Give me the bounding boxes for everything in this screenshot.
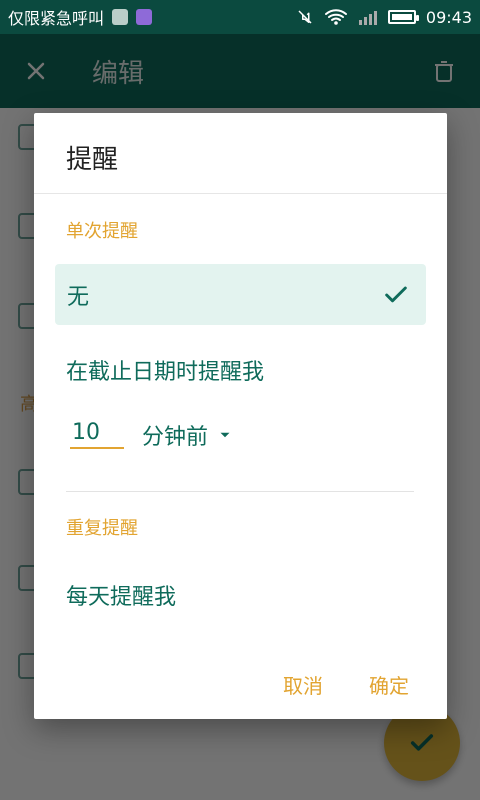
check-icon [385,286,407,302]
status-left: 仅限紧急呼叫 [8,5,153,29]
option-daily[interactable]: 每天提醒我 [66,579,176,611]
carrier-text: 仅限紧急呼叫 [8,9,105,28]
status-time: 09:43 [425,7,472,27]
divider [34,193,447,194]
reminder-dialog: 提醒 单次提醒 无 在截止日期时提醒我 分钟前 重复提醒 每天提醒我 取消 确定 [34,113,447,719]
divider [66,491,414,492]
chevron-down-icon [220,432,230,438]
minutes-input[interactable] [70,417,124,449]
signal-icon [358,11,377,25]
time-unit-dropdown[interactable]: 分钟前 [142,419,234,451]
option-deadline[interactable]: 在截止日期时提醒我 [66,354,264,386]
status-bar: 仅限紧急呼叫 09:43 [0,0,480,34]
section-single-reminder: 单次提醒 [66,221,138,242]
status-right: 09:43 [296,8,472,27]
dialog-actions: 取消 确定 [283,670,409,699]
message-icon [136,9,153,25]
option-none-label: 无 [67,284,90,310]
option-none[interactable]: 无 [55,264,426,325]
cancel-button[interactable]: 取消 [283,670,323,699]
section-repeat-reminder: 重复提醒 [66,518,138,539]
ok-button[interactable]: 确定 [369,670,409,699]
dialog-title: 提醒 [66,145,119,175]
wifi-icon [324,9,347,25]
mute-icon [298,10,312,24]
gallery-icon [112,9,129,25]
time-unit-label: 分钟前 [142,425,209,450]
battery-icon [387,10,419,24]
